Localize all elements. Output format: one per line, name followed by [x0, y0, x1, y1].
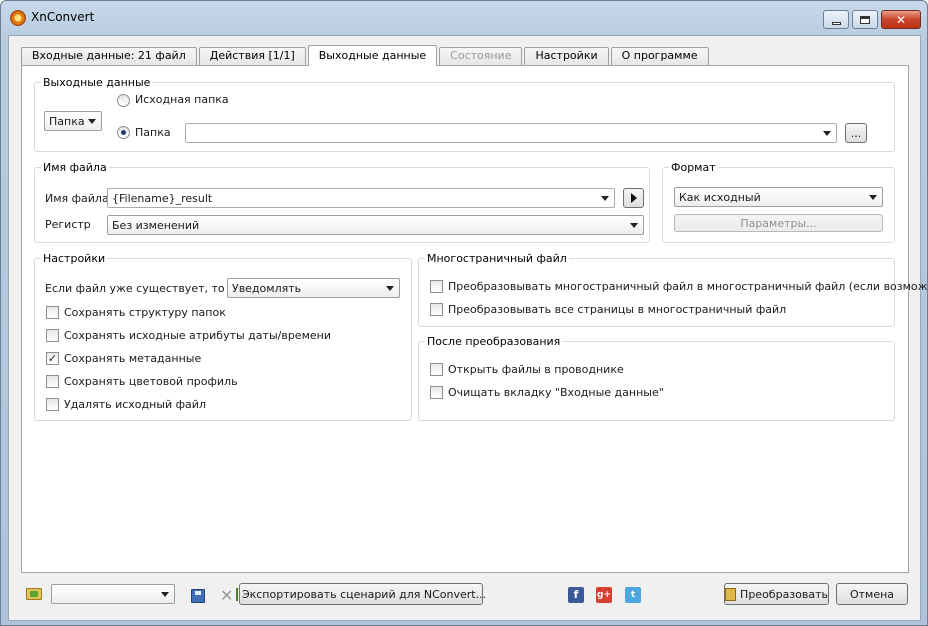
export-nconvert-script-label: Экспортировать сценарий для NConvert... — [241, 587, 487, 601]
keep-folder-structure-label: Сохранять структуру папок — [64, 306, 226, 319]
format-group: Формат Как исходный Параметры... — [662, 161, 895, 243]
case-combo[interactable]: Без изменений — [107, 215, 644, 235]
all-pages-to-multipage-checkbox[interactable] — [430, 303, 443, 316]
google-plus-icon[interactable]: g+ — [596, 587, 612, 603]
keep-metadata-checkbox[interactable]: ✓ — [46, 352, 59, 365]
delete-source-label: Удалять исходный файл — [64, 398, 206, 411]
open-in-explorer-checkbox[interactable] — [430, 363, 443, 376]
output-folder-path-combo[interactable] — [185, 123, 837, 143]
radio-source-folder[interactable] — [117, 94, 130, 107]
tab-actions[interactable]: Действия [1/1] — [198, 47, 306, 65]
close-icon: ✕ — [895, 12, 907, 27]
cancel-button[interactable]: Отмена — [836, 583, 908, 605]
radio-custom-folder-label: Папка — [135, 126, 171, 139]
clear-input-tab-label: Очищать вкладку "Входные данные" — [448, 386, 664, 399]
file-exists-label: Если файл уже существует, то — [45, 282, 225, 295]
filename-template-value: {Filename}_result — [112, 192, 213, 205]
open-in-explorer-label: Открыть файлы в проводнике — [448, 363, 624, 376]
delete-preset-icon[interactable]: ✕ — [220, 586, 233, 605]
format-combo[interactable]: Как исходный — [674, 187, 883, 207]
export-script-icon — [235, 587, 238, 601]
format-group-title: Формат — [669, 161, 718, 174]
case-value: Без изменений — [112, 219, 200, 232]
play-arrow-icon — [630, 193, 637, 203]
app-window: XnConvert ✕ Входные данные: 21 файл Дейс… — [0, 0, 928, 626]
twitter-icon[interactable]: t — [625, 587, 641, 603]
after-conversion-group-title: После преобразования — [425, 335, 563, 348]
main-client-area: Входные данные: 21 файл Действия [1/1] В… — [8, 35, 928, 621]
convert-label: Преобразовать — [740, 587, 828, 601]
tab-settings[interactable]: Настройки — [524, 47, 609, 65]
minimize-button[interactable] — [823, 10, 849, 29]
format-parameters-button: Параметры... — [674, 214, 883, 232]
radio-source-folder-label: Исходная папка — [135, 93, 229, 106]
keep-folder-structure-checkbox[interactable] — [46, 306, 59, 319]
xnconvert-logo-icon — [10, 10, 26, 26]
format-value: Как исходный — [679, 191, 761, 204]
window-title: XnConvert — [31, 10, 95, 24]
preset-combo[interactable] — [51, 584, 175, 604]
chevron-down-icon — [601, 196, 609, 201]
clear-input-tab-checkbox[interactable] — [430, 386, 443, 399]
chevron-down-icon — [869, 195, 877, 200]
settings-group-title: Настройки — [41, 252, 108, 265]
maximize-button[interactable] — [852, 10, 878, 29]
output-group-title: Выходные данные — [41, 76, 153, 89]
tab-bar: Входные данные: 21 файл Действия [1/1] В… — [21, 45, 711, 66]
tab-about[interactable]: О программе — [610, 47, 709, 65]
chevron-down-icon — [823, 131, 831, 136]
case-label: Регистр — [45, 218, 91, 231]
export-nconvert-script-button[interactable]: Экспортировать сценарий для NConvert... — [235, 583, 487, 605]
filename-group: Имя файла Имя файла {Filename}_result Ре… — [34, 161, 650, 243]
filename-label: Имя файла — [45, 192, 109, 205]
tab-output[interactable]: Выходные данные — [307, 45, 438, 66]
facebook-icon[interactable]: f — [568, 587, 584, 603]
chevron-down-icon — [386, 286, 394, 291]
save-preset-icon[interactable] — [191, 589, 205, 603]
keep-metadata-label: Сохранять метаданные — [64, 352, 202, 365]
multipage-to-multipage-checkbox[interactable] — [430, 280, 443, 293]
open-preset-folder-icon[interactable] — [26, 588, 42, 600]
all-pages-to-multipage-label: Преобразовывать все страницы в многостра… — [448, 303, 787, 316]
after-conversion-group: После преобразования Открыть файлы в про… — [418, 335, 895, 421]
convert-button[interactable]: Преобразовать — [724, 583, 829, 605]
keep-color-profile-label: Сохранять цветовой профиль — [64, 375, 238, 388]
tab-input[interactable]: Входные данные: 21 файл — [21, 47, 197, 65]
multipage-to-multipage-label: Преобразовывать многостраничный файл в м… — [448, 280, 928, 293]
chevron-down-icon — [88, 119, 96, 124]
settings-group: Настройки Если файл уже существует, то У… — [34, 252, 412, 421]
chevron-down-icon — [161, 592, 169, 597]
title-bar[interactable]: XnConvert ✕ — [1, 1, 927, 35]
output-location-value: Папка — [49, 115, 85, 128]
browse-folder-button[interactable]: ... — [845, 123, 867, 143]
maximize-icon — [860, 15, 870, 24]
delete-source-checkbox[interactable] — [46, 398, 59, 411]
minimize-icon — [831, 22, 841, 25]
file-exists-combo[interactable]: Уведомлять — [227, 278, 400, 298]
output-group: Выходные данные Папка Исходная папка Пап… — [34, 76, 895, 152]
close-button[interactable]: ✕ — [881, 10, 921, 29]
keep-color-profile-checkbox[interactable] — [46, 375, 59, 388]
multipage-group: Многостраничный файл Преобразовывать мно… — [418, 252, 928, 327]
output-location-combo[interactable]: Папка — [44, 111, 102, 131]
tab-status: Состояние — [439, 47, 523, 65]
keep-date-attributes-checkbox[interactable] — [46, 329, 59, 342]
output-tab-panel: Выходные данные Папка Исходная папка Пап… — [21, 65, 928, 573]
filename-group-title: Имя файла — [41, 161, 109, 174]
filename-insert-button[interactable] — [623, 188, 644, 208]
file-exists-value: Уведомлять — [232, 282, 302, 295]
radio-custom-folder[interactable] — [117, 126, 130, 139]
convert-icon — [725, 587, 737, 601]
multipage-group-title: Многостраничный файл — [425, 252, 569, 265]
chevron-down-icon — [630, 223, 638, 228]
keep-date-attributes-label: Сохранять исходные атрибуты даты/времени — [64, 329, 331, 342]
filename-template-combo[interactable]: {Filename}_result — [107, 188, 615, 208]
